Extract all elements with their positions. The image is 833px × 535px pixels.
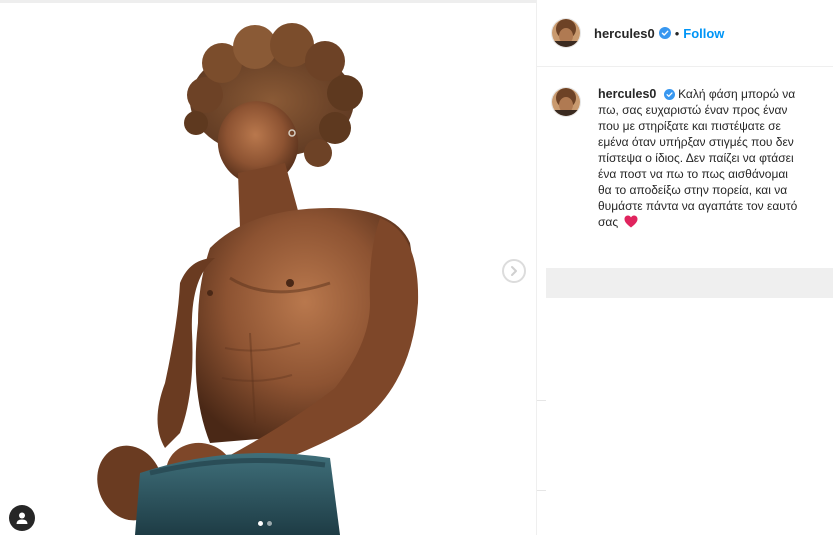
red-heart-emoji-icon [624,215,638,228]
panel-tick [537,400,546,401]
header-username[interactable]: hercules0 [594,26,655,41]
follow-button[interactable]: Follow [683,26,724,41]
comments-placeholder-bar [546,268,833,298]
caption-body: Καλή φάση μπορώ να πω, σας ευχαριστώ ένα… [598,87,798,229]
user-tag-icon [16,512,28,524]
avatar-image [552,19,580,47]
post-media [0,0,536,535]
caption-avatar[interactable] [551,87,581,117]
verified-badge-icon [663,89,675,100]
post-side-panel: hercules0 • Follow hercules0 Καλή φάση μ… [536,0,833,535]
header-separator: • [674,25,680,41]
post-header: hercules0 • Follow [537,0,741,66]
carousel-dot [267,521,272,526]
post-photo [0,3,536,535]
next-image-button[interactable] [502,259,526,283]
carousel-dot-active [258,521,263,526]
header-divider [537,66,833,67]
caption-username[interactable]: hercules0 [598,87,656,101]
avatar[interactable] [551,18,581,48]
panel-tick [537,490,546,491]
avatar-image [552,88,580,116]
verified-badge-icon [658,27,671,39]
chevron-right-icon [511,266,517,276]
post-caption: hercules0 Καλή φάση μπορώ να πω, σας ευχ… [551,86,821,230]
carousel-indicator [258,521,272,526]
instagram-post-view: hercules0 • Follow hercules0 Καλή φάση μ… [0,0,833,535]
caption-text: hercules0 Καλή φάση μπορώ να πω, σας ευχ… [598,86,800,230]
tagged-users-button[interactable] [9,505,35,531]
header-blank-area [741,0,833,66]
